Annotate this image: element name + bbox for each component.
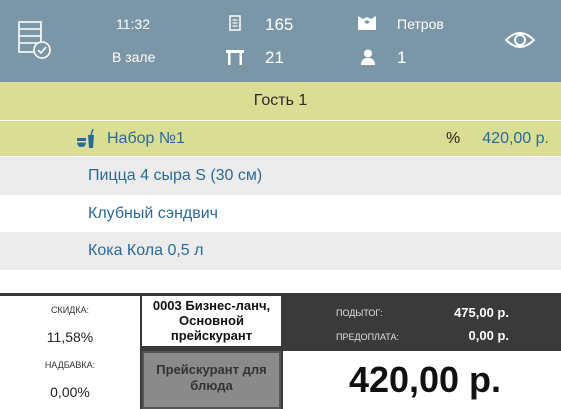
set-item-name: Набор №1 (107, 129, 185, 147)
order-row[interactable]: Пицца 4 сыра S (30 см) (0, 157, 561, 195)
table-number: 21 (265, 48, 284, 67)
combo-set-icon (76, 128, 98, 154)
subtotal-label: ПОДЫТОГ: (336, 308, 383, 318)
prepayment-value: 0,00 р. (468, 328, 509, 343)
order-row-set[interactable]: Набор №1 % 420,00 р. (0, 121, 561, 156)
discount-mark: % (446, 129, 461, 147)
price-list-line: Основной (179, 313, 244, 328)
total-amount: 420,00 р. (348, 359, 502, 400)
time-label: 11:32 (116, 16, 150, 32)
markup-label: НАДБАВКА: (44, 360, 96, 370)
order-row[interactable]: Клубный сэндвич (0, 195, 561, 233)
subtotal-value: 475,00 р. (454, 305, 509, 320)
item-name: Клубный сэндвич (88, 205, 219, 222)
dish-price-list-button[interactable]: Прейскурант для блюда (142, 351, 281, 409)
location-label: В зале (112, 49, 156, 65)
order-list-icon[interactable] (18, 20, 52, 65)
receipt-icon (229, 15, 241, 36)
table-icon (226, 49, 244, 70)
header-bar: 11:32 В зале 165 21 Петров 1 (0, 0, 561, 82)
price-list-line: 0003 Бизнес-ланч, (152, 298, 271, 313)
button-label-line: блюда (190, 378, 233, 393)
order-number: 165 (265, 15, 294, 34)
guest-header[interactable]: Гость 1 (0, 82, 561, 120)
summary-panel: СКИДКА: 11,58% НАДБАВКА: 0,00% 0003 Бизн… (0, 293, 561, 409)
waiter-name: Петров (397, 16, 444, 32)
item-name: Пицца 4 сыра S (30 см) (88, 167, 263, 184)
total-box: 420,00 р. (283, 351, 561, 409)
order-row[interactable]: Кока Кола 0,5 л (0, 232, 561, 270)
guests-count: 1 (397, 48, 407, 67)
set-item-price: 420,00 р. (482, 129, 549, 147)
item-name: Кока Кола 0,5 л (88, 242, 204, 259)
price-list-line: прейскурант (170, 328, 253, 343)
markup-value: 0,00% (50, 384, 90, 400)
prepayment-label: ПРЕДОПЛАТА: (336, 332, 399, 342)
discount-label: СКИДКА: (50, 305, 90, 315)
price-list-info: 0003 Бизнес-ланч, Основной прейскурант (142, 296, 281, 346)
person-icon (360, 49, 376, 70)
waiter-icon (357, 14, 377, 37)
button-label-line: Прейскурант для (156, 362, 267, 377)
discount-box[interactable]: СКИДКА: 11,58% НАДБАВКА: 0,00% (0, 296, 140, 409)
discount-value: 11,58% (46, 329, 94, 345)
guest-title: Гость 1 (253, 92, 308, 109)
eye-icon[interactable] (504, 29, 536, 56)
